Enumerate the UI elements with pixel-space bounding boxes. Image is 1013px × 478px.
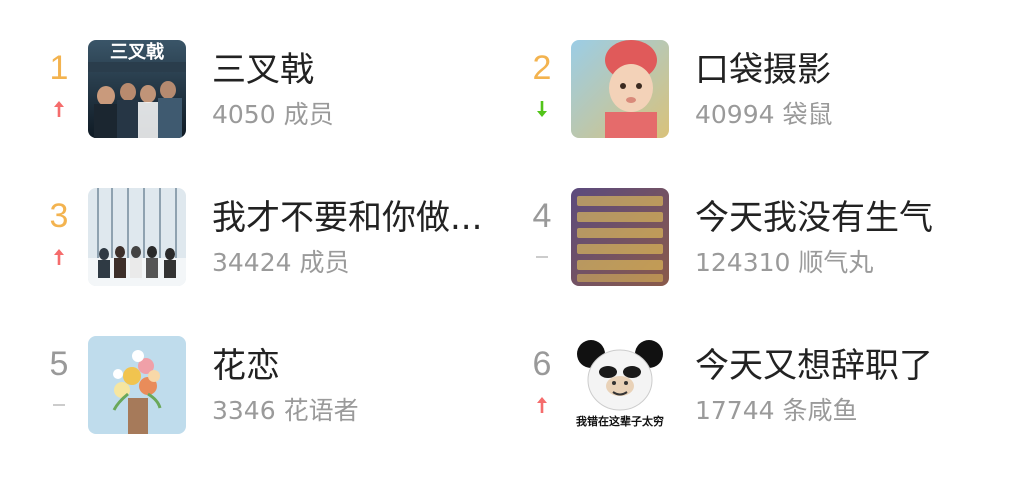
member-number: 4050	[212, 100, 276, 129]
member-count: 17744 条咸鱼	[695, 394, 858, 428]
group-name: 我才不要和你做...	[212, 198, 483, 238]
member-count: 3346 花语者	[212, 394, 359, 428]
trend-same-icon	[527, 248, 557, 270]
rank-number: 4	[532, 197, 552, 235]
ranking-item-2[interactable]: 2 口袋摄影 40994 袋鼠	[527, 40, 987, 144]
member-number: 40994	[695, 100, 775, 129]
group-cover-image[interactable]	[88, 336, 186, 434]
member-count: 40994 袋鼠	[695, 98, 833, 132]
rank-number: 3	[49, 197, 69, 235]
rank-number: 2	[532, 49, 552, 87]
group-name: 今天我没有生气	[695, 198, 933, 238]
ranking-item-4[interactable]: 4 今天我没有生气 124310 顺气丸	[527, 188, 987, 292]
member-unit: 顺气丸	[798, 248, 874, 277]
group-cover-image[interactable]	[571, 40, 669, 138]
ranking-item-3[interactable]: 3 我才不要和你做... 34424 成员	[44, 188, 504, 292]
trend-same-icon	[44, 396, 74, 418]
cover-caption: 三叉戟	[110, 42, 164, 63]
member-number: 17744	[695, 396, 775, 425]
rank-number: 6	[532, 345, 552, 383]
member-number: 124310	[695, 248, 791, 277]
trend-down-icon	[527, 100, 557, 122]
member-number: 34424	[212, 248, 292, 277]
ranking-board: 1 三叉戟 三叉戟 4050 成员 2 口袋摄影 40994 袋鼠 3 我才不要…	[0, 0, 1013, 478]
group-cover-image[interactable]	[88, 188, 186, 286]
member-number: 3346	[212, 396, 276, 425]
ranking-item-5[interactable]: 5 花恋 3346 花语者	[44, 336, 504, 440]
trend-up-icon	[527, 396, 557, 418]
member-unit: 袋鼠	[782, 100, 833, 129]
ranking-item-6[interactable]: 6 我错在这辈子太穷 今天又想辞职了 17744 条咸鱼	[527, 336, 987, 440]
cover-caption: 我错在这辈子太穷	[576, 415, 664, 428]
member-count: 4050 成员	[212, 98, 334, 132]
group-name: 三叉戟	[212, 50, 314, 90]
member-count: 34424 成员	[212, 246, 350, 280]
trend-up-icon	[44, 248, 74, 270]
member-unit: 花语者	[283, 396, 359, 425]
member-unit: 条咸鱼	[782, 396, 858, 425]
member-count: 124310 顺气丸	[695, 246, 873, 280]
group-name: 花恋	[212, 346, 280, 386]
group-cover-image[interactable]: 三叉戟	[88, 40, 186, 138]
group-cover-image[interactable]	[571, 188, 669, 286]
group-name: 今天又想辞职了	[695, 346, 933, 386]
rank-number: 1	[49, 49, 69, 87]
member-unit: 成员	[299, 248, 350, 277]
group-name: 口袋摄影	[695, 50, 831, 90]
group-cover-image[interactable]: 我错在这辈子太穷	[571, 336, 669, 434]
rank-number: 5	[49, 345, 69, 383]
member-unit: 成员	[283, 100, 334, 129]
trend-up-icon	[44, 100, 74, 122]
ranking-item-1[interactable]: 1 三叉戟 三叉戟 4050 成员	[44, 40, 504, 144]
